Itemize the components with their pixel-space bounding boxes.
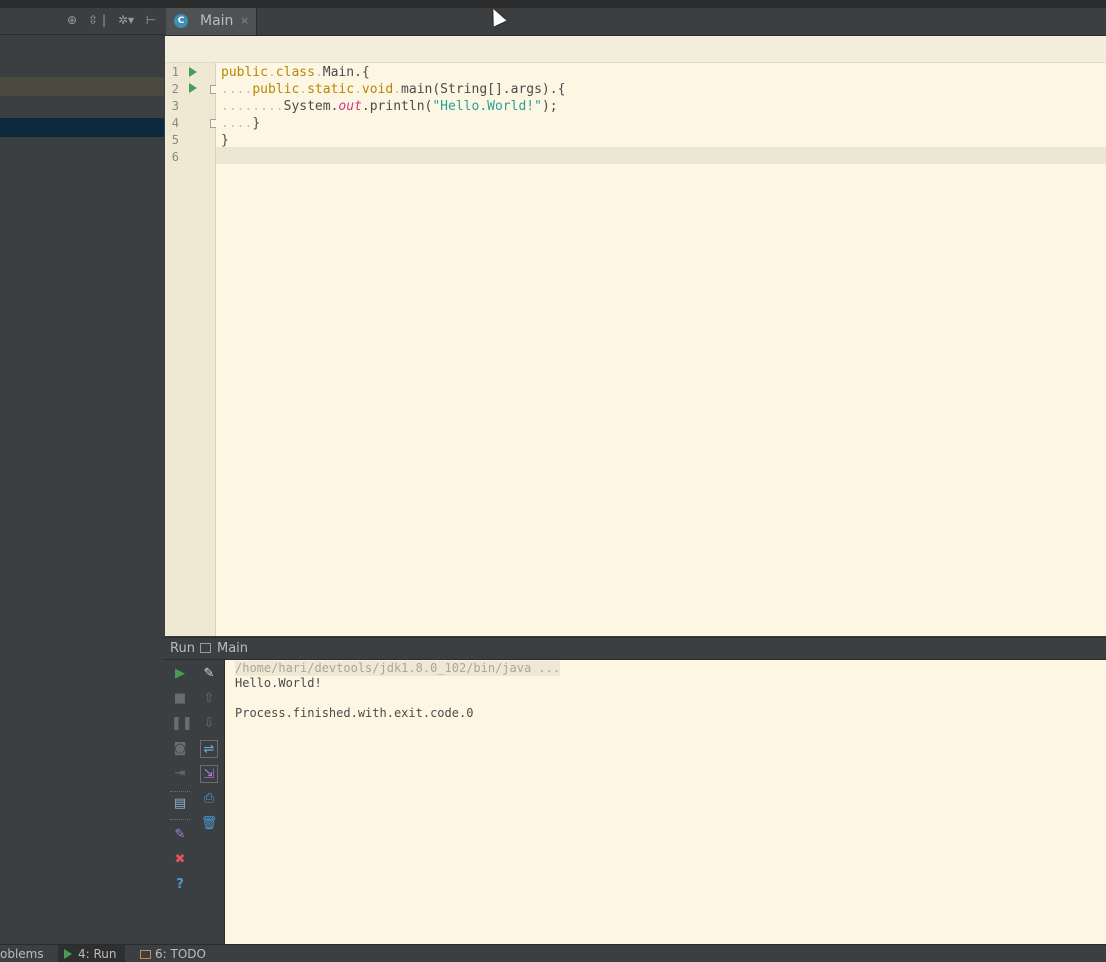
- line-number: 4: [171, 116, 179, 130]
- toolbar-separator: [170, 791, 190, 792]
- stop-icon[interactable]: ■: [171, 690, 189, 708]
- editor-gutter: 1 2 3 4 5 6: [165, 63, 219, 636]
- run-icon: [64, 949, 72, 959]
- up-arrow-icon[interactable]: ⇧: [200, 690, 218, 708]
- pause-icon[interactable]: ❚❚: [171, 715, 193, 733]
- scroll-to-end-icon[interactable]: ⇲: [200, 765, 218, 783]
- dump-threads-icon[interactable]: ◙: [171, 740, 189, 758]
- code-line: }: [221, 133, 229, 148]
- pin-icon[interactable]: ✎: [171, 826, 189, 844]
- code-line: public.class.Main.{: [221, 65, 370, 80]
- run-toolbar-left: ▶ ■ ❚❚ ◙ ⇥ ▤ ✎ ✖ ?: [164, 660, 196, 944]
- trash-icon[interactable]: 🗑: [200, 815, 218, 833]
- code-line: ....}: [221, 116, 261, 131]
- run-toolbar-right: ✎ ⇧ ⇩ ⇌ ⇲ ⎙ 🗑: [196, 660, 225, 944]
- tree-row[interactable]: [0, 77, 164, 96]
- line-number: 5: [171, 133, 179, 147]
- hide-icon[interactable]: ⊢: [143, 12, 159, 28]
- run-config-label[interactable]: Main: [217, 641, 248, 656]
- close-run-icon[interactable]: ✖: [171, 851, 189, 869]
- run-method-icon[interactable]: [189, 83, 197, 93]
- run-class-icon[interactable]: [189, 67, 197, 77]
- project-panel: ⊕ ⇳ | ✲▾ ⊢: [0, 0, 164, 944]
- down-arrow-icon[interactable]: ⇩: [200, 715, 218, 733]
- console-output-line: Hello.World!: [235, 676, 322, 690]
- toolbar-divider: |: [101, 13, 107, 27]
- rerun-icon[interactable]: ▶: [171, 665, 189, 683]
- run-tool-tab-label: 4: Run: [78, 947, 117, 961]
- line-number: 3: [171, 99, 179, 113]
- console-exit-line: Process.finished.with.exit.code.0: [235, 706, 474, 720]
- todo-icon: [140, 950, 151, 959]
- project-toolbar: ⊕ ⇳ | ✲▾ ⊢: [0, 8, 164, 35]
- run-panel-title: Run: [170, 641, 195, 656]
- layout-icon[interactable]: ▤: [171, 795, 189, 813]
- run-panel-header: Run Main: [164, 637, 1106, 660]
- class-icon: C: [174, 14, 188, 28]
- line-number: 6: [171, 150, 179, 164]
- soft-wrap-icon[interactable]: ⇌: [200, 740, 218, 758]
- run-tool-tab[interactable]: 4: Run: [58, 945, 125, 962]
- collapse-icon[interactable]: ⇳: [85, 12, 101, 28]
- target-icon[interactable]: ⊕: [64, 12, 80, 28]
- tool-window-bar: oblems 4: Run 6: TODO: [0, 944, 1106, 962]
- code-editor[interactable]: public.class.Main.{ ....public.static.vo…: [216, 63, 1106, 636]
- gear-icon[interactable]: ✲▾: [116, 12, 136, 28]
- line-number: 1: [171, 65, 179, 79]
- tab-label: Main: [200, 13, 234, 29]
- editor-tab-bar: C Main ×: [164, 0, 1106, 36]
- line-number: 2: [171, 82, 179, 96]
- exit-icon[interactable]: ⇥: [171, 765, 189, 783]
- clear-all-icon[interactable]: ✎: [200, 665, 218, 683]
- panel-top-edge: [0, 0, 164, 8]
- tree-row-selected[interactable]: [0, 118, 164, 137]
- todo-tool-tab[interactable]: 6: TODO: [140, 947, 206, 961]
- run-console[interactable]: /home/hari/devtools/jdk1.8.0_102/bin/jav…: [225, 660, 1106, 944]
- editor-tab-main[interactable]: C Main ×: [166, 8, 257, 35]
- tab-bar-edge: [164, 0, 1106, 8]
- toolbar-separator: [170, 819, 190, 820]
- code-line: ........System.out.println("Hello.World!…: [221, 99, 558, 114]
- close-icon[interactable]: ×: [240, 14, 249, 27]
- caret-line-highlight: [216, 147, 1106, 164]
- help-icon[interactable]: ?: [171, 876, 189, 894]
- problems-tab[interactable]: oblems: [0, 947, 44, 961]
- print-icon[interactable]: ⎙: [200, 790, 218, 808]
- console-command-line[interactable]: /home/hari/devtools/jdk1.8.0_102/bin/jav…: [235, 661, 561, 676]
- run-config-icon: [200, 643, 211, 653]
- todo-tool-tab-label: 6: TODO: [155, 947, 206, 961]
- editor-header-strip: [165, 36, 1106, 63]
- code-line: ....public.static.void.main(String[].arg…: [221, 82, 566, 97]
